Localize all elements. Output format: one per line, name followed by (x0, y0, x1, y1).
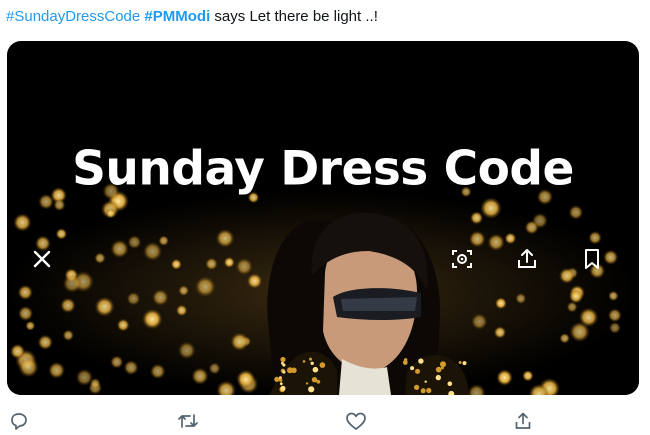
tweet-body-text: says Let there be light ..! (210, 8, 378, 25)
media-share-button[interactable] (512, 244, 542, 274)
share-tweet-button[interactable] (512, 410, 534, 432)
media-caption: Sunday Dress Code (72, 141, 574, 197)
share-icon (515, 412, 531, 429)
tweet-text: #SundayDressCode #PMModi says Let there … (6, 6, 644, 28)
tweet-media[interactable]: Sunday Dress Code (7, 41, 639, 395)
reply-icon (11, 413, 27, 430)
hashtag-sundaydresscode[interactable]: #SundayDressCode (6, 8, 140, 25)
retweet-button[interactable] (177, 410, 199, 432)
hashtag-pmmodi[interactable]: #PMModi (144, 8, 210, 25)
media-image (7, 182, 639, 395)
heart-icon (346, 412, 366, 430)
like-button[interactable] (345, 410, 367, 432)
media-visual-search-button[interactable] (447, 244, 477, 274)
visual-search-icon (452, 250, 472, 268)
tweet-action-bar (0, 402, 650, 435)
media-close-button[interactable] (27, 244, 57, 274)
reply-button[interactable] (8, 410, 30, 432)
retweet-icon (178, 414, 198, 428)
bookmark-icon (585, 249, 599, 269)
close-icon (33, 250, 51, 268)
media-bookmark-button[interactable] (577, 244, 607, 274)
share-icon (518, 249, 536, 268)
